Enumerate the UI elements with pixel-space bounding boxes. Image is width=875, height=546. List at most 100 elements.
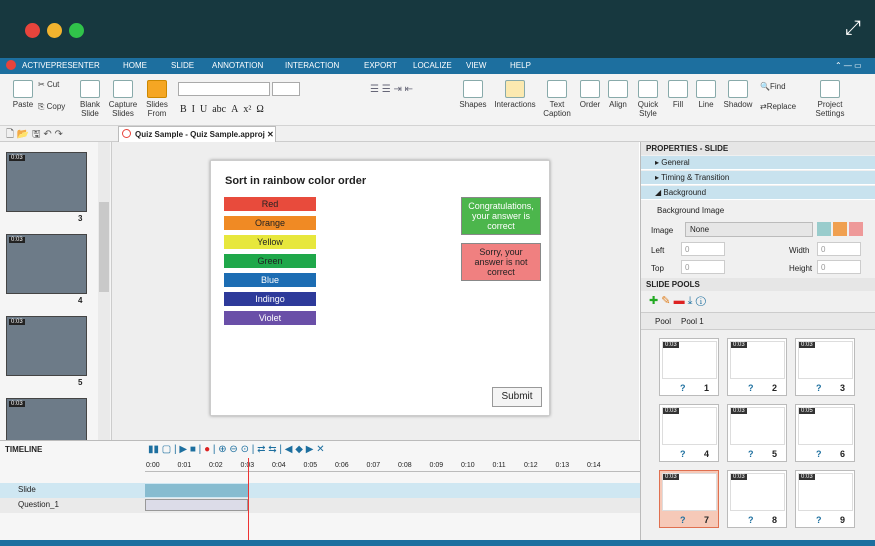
menu-app[interactable]: ACTIVEPRESENTER (22, 61, 100, 70)
font-size-select[interactable] (272, 82, 300, 96)
text-caption-button[interactable]: Text Caption (540, 80, 574, 118)
text-format-tools[interactable]: B I U abc A x² Ω (180, 104, 264, 115)
minimize-window-button[interactable] (47, 23, 62, 38)
camera-icon (113, 80, 133, 98)
pool-slide[interactable]: 0:03? 3 (795, 338, 855, 396)
top-input[interactable]: 0 (681, 260, 725, 274)
pool-slide[interactable]: 0:03? 5 (727, 404, 787, 462)
menu-slide[interactable]: SLIDE (171, 61, 194, 70)
font-family-select[interactable] (178, 82, 270, 96)
timeline-tick: 0:05 (303, 462, 318, 469)
project-settings-button[interactable]: Project Settings (810, 80, 850, 118)
pool-slide[interactable]: 0:05? 6 (795, 404, 855, 462)
pool-slide-time: 0:03 (799, 474, 815, 480)
shapes-button[interactable]: Shapes (457, 80, 489, 109)
menu-interaction[interactable]: INTERACTION (285, 61, 339, 70)
timeline-row-question[interactable]: Question_1 (0, 498, 640, 513)
pool-select[interactable]: Pool 1 (681, 317, 704, 326)
folder-icon (147, 80, 167, 98)
timeline-tools[interactable]: ▮▮ ▢ | ▶ ■ | ● | ⊕ ⊖ ⊙ | ⇄ ⇆ | ◀ ◆ ▶ ✕ (148, 444, 325, 455)
menu-help[interactable]: HELP (510, 61, 531, 70)
menu-home[interactable]: HOME (123, 61, 147, 70)
cut-button[interactable]: ✂ Cut (38, 80, 70, 89)
blank-slide-icon (80, 80, 100, 98)
left-label: Left (651, 246, 665, 255)
paste-button[interactable]: Paste (8, 80, 38, 109)
slide-thumbnail[interactable]: 0:03 (6, 152, 87, 212)
pool-tools[interactable]: ✚ ✎ ▬ ⤓ ⓘ (649, 294, 706, 308)
color-item-violet[interactable]: Violet (224, 311, 316, 325)
close-window-button[interactable] (25, 23, 40, 38)
close-tab-icon[interactable]: ✕ (267, 130, 274, 139)
pool-slide[interactable]: 0:03? 8 (727, 470, 787, 528)
shadow-button[interactable]: Shadow (722, 80, 754, 109)
menu-localize[interactable]: LOCALIZE (413, 61, 452, 70)
height-input[interactable]: 0 (817, 260, 861, 274)
capture-slides-button[interactable]: Capture Slides (106, 80, 140, 118)
left-input[interactable]: 0 (681, 242, 725, 256)
fill-button[interactable]: Fill (664, 80, 692, 109)
menu-view[interactable]: VIEW (466, 61, 486, 70)
align-button[interactable]: Align (604, 80, 632, 109)
timeline-row-slide[interactable]: Slide (0, 483, 640, 498)
question-mark-icon: ? (748, 515, 754, 525)
slide-track-bar[interactable] (145, 484, 248, 497)
image-field[interactable]: None (685, 222, 813, 237)
order-button[interactable]: Order (576, 80, 604, 109)
color-item-green[interactable]: Green (224, 254, 316, 268)
pool-slide[interactable]: 0:03? 1 (659, 338, 719, 396)
image-browse-icon[interactable] (817, 222, 831, 236)
question-mark-icon: ? (680, 383, 686, 393)
color-item-orange[interactable]: Orange (224, 216, 316, 230)
shadow-icon (728, 80, 748, 98)
slide-thumbnail[interactable]: 0:03 (6, 316, 87, 376)
color-item-blue[interactable]: Blue (224, 273, 316, 287)
timeline-tick: 0:10 (461, 462, 475, 469)
scrollbar-thumb[interactable] (99, 202, 109, 292)
question-mark-icon: ? (748, 449, 754, 459)
submit-button[interactable]: Submit (492, 387, 542, 407)
status-bar (0, 540, 875, 546)
background-image-label: Background Image (657, 206, 725, 215)
menu-export[interactable]: EXPORT (364, 61, 397, 70)
fullscreen-icon[interactable]: ⤢ (845, 16, 861, 40)
pool-slide-preview: 0:03 (662, 473, 717, 511)
timeline-tick: 0:12 (524, 462, 538, 469)
clipboard-icon (13, 80, 33, 98)
section-timing[interactable]: ▸ Timing & Transition (641, 171, 875, 185)
pool-slide[interactable]: 0:03? 4 (659, 404, 719, 462)
info-icon: ⓘ (695, 295, 706, 307)
pool-slide[interactable]: 0:03? 7 (659, 470, 719, 528)
width-input[interactable]: 0 (817, 242, 861, 256)
color-item-indingo[interactable]: Indingo (224, 292, 316, 306)
section-general[interactable]: ▸ General (641, 156, 875, 170)
thumbnail-number: 3 (78, 214, 83, 223)
color-item-yellow[interactable]: Yellow (224, 235, 316, 249)
find-button[interactable]: 🔍Find (760, 82, 800, 91)
image-remove-icon[interactable] (849, 222, 863, 236)
image-edit-icon[interactable] (833, 222, 847, 236)
zoom-window-button[interactable] (69, 23, 84, 38)
quick-style-button[interactable]: Quick Style (634, 80, 662, 118)
pool-slide[interactable]: 0:03? 9 (795, 470, 855, 528)
section-background[interactable]: ◢ Background (641, 186, 875, 200)
slides-from-button[interactable]: Slides From (142, 80, 172, 118)
copy-button[interactable]: ⎘ Copy (38, 102, 70, 111)
question-track-bar[interactable] (145, 499, 248, 511)
document-tab[interactable]: Quiz Sample - Quiz Sample.approj ✕ (118, 126, 276, 142)
paragraph-tools[interactable]: ☰ ☰ ⇥ ⇤ (370, 84, 413, 95)
pool-slide[interactable]: 0:03? 2 (727, 338, 787, 396)
line-button[interactable]: Line (692, 80, 720, 109)
replace-button[interactable]: ⇄Replace (760, 102, 804, 111)
thumbnails-scrollbar[interactable] (98, 142, 110, 440)
thumbnail-number: 5 (78, 378, 83, 387)
slide-thumbnail[interactable]: 0:03 (6, 234, 87, 294)
blank-slide-button[interactable]: Blank Slide (76, 80, 104, 118)
menu-annotation[interactable]: ANNOTATION (212, 61, 263, 70)
playhead[interactable] (248, 458, 249, 541)
interactions-button[interactable]: Interactions (492, 80, 538, 109)
color-item-red[interactable]: Red (224, 197, 316, 211)
pool-slide-number: 9 (840, 515, 846, 525)
pool-slide-number: 3 (840, 383, 846, 393)
window-controls[interactable]: ⌃ — ▭ (835, 61, 862, 70)
